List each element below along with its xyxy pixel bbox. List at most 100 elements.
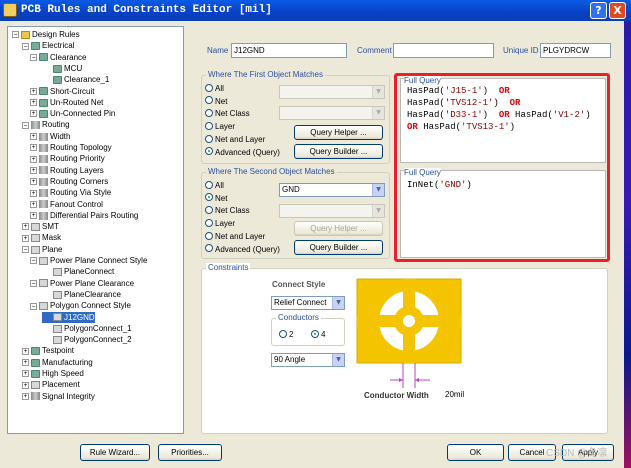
second-radio-5[interactable]: Advanced (Query) (205, 244, 280, 255)
second-net-combo[interactable]: GND ▼ (279, 183, 385, 197)
expand-icon[interactable]: + (30, 110, 37, 118)
tree-node[interactable]: − Polygon Connect Style (30, 300, 131, 311)
ok-button[interactable]: OK (447, 444, 504, 461)
expand-icon[interactable]: + (30, 189, 37, 197)
tree-node[interactable]: Clearance_1 (42, 74, 109, 85)
conductor-width-value[interactable]: 20mil (445, 390, 464, 400)
first-radio-2[interactable]: Net Class (205, 108, 250, 119)
connect-style-combo[interactable]: Relief Connect ▼ (271, 296, 345, 310)
tree-node[interactable]: + Un-Routed Net (30, 97, 103, 108)
expand-icon[interactable]: + (22, 370, 29, 378)
second-radio-2[interactable]: Net Class (205, 205, 250, 216)
first-radio-5[interactable]: Advanced (Query) (205, 147, 280, 158)
first-radio-4[interactable]: Net and Layer (205, 134, 265, 145)
arrowhead-left-icon (399, 378, 403, 382)
tree-node[interactable]: J12GND (42, 311, 95, 323)
collapse-icon[interactable]: − (30, 302, 37, 310)
second-radio-4[interactable]: Net and Layer (205, 231, 265, 242)
expand-icon[interactable]: + (22, 347, 29, 355)
first-query-helper-button[interactable]: Query Helper ... (294, 125, 383, 140)
tree-node[interactable]: + Routing Layers (30, 165, 104, 176)
tree-node[interactable]: + Width (30, 131, 70, 142)
tree-node-label: PlaneConnect (64, 267, 115, 277)
tree-node[interactable]: + Manufacturing (22, 357, 93, 368)
first-radio-label: Net (215, 96, 228, 106)
tree-node[interactable]: − Plane (22, 244, 62, 255)
first-radio-3[interactable]: Layer (205, 121, 235, 132)
tree-node[interactable]: + Routing Corners (30, 176, 108, 187)
collapse-icon[interactable]: − (12, 31, 19, 39)
tree-node[interactable]: + Mask (22, 232, 61, 243)
tree-node[interactable]: + Testpoint (22, 345, 74, 356)
tree-node[interactable]: + High Speed (22, 368, 84, 379)
priorities-button[interactable]: Priorities... (158, 444, 222, 461)
tree-node[interactable]: + Differential Pairs Routing (30, 210, 138, 221)
tree-node[interactable]: PolygonConnect_2 (42, 334, 132, 345)
tree-node-label: Testpoint (42, 346, 75, 356)
rule-wizard-button[interactable]: Rule Wizard... (80, 444, 150, 461)
tree-node[interactable]: PlaneConnect (42, 266, 114, 277)
collapse-icon[interactable]: − (22, 42, 29, 50)
tree-node-label: Fanout Control (50, 199, 103, 209)
tree-node-label: Routing Via Style (50, 188, 112, 198)
tree-node[interactable]: + Routing Topology (30, 142, 112, 153)
second-radio-0[interactable]: All (205, 180, 224, 191)
expand-icon[interactable]: + (30, 87, 37, 95)
chevron-down-icon: ▼ (332, 354, 344, 366)
tree-node[interactable]: PlaneClearance (42, 289, 121, 300)
tree-node[interactable]: + Signal Integrity (22, 391, 95, 402)
tree-node[interactable]: − Clearance (30, 52, 86, 63)
tree-node[interactable]: − Power Plane Clearance (30, 278, 134, 289)
collapse-icon[interactable]: − (22, 246, 29, 254)
tree-node[interactable]: + Un-Connected Pin (30, 108, 115, 119)
second-query-builder-button[interactable]: Query Builder ... (294, 240, 383, 255)
comment-label: Comment (357, 46, 392, 55)
tree-node[interactable]: + Placement (22, 379, 80, 390)
name-field[interactable]: J12GND (231, 43, 347, 58)
tree-node[interactable]: + Short-Circuit (30, 86, 94, 97)
expand-icon[interactable]: + (30, 178, 37, 186)
collapse-icon[interactable]: − (30, 53, 37, 61)
expand-icon[interactable]: + (30, 200, 37, 208)
second-radio-3[interactable]: Layer (205, 218, 235, 229)
close-button[interactable]: X (609, 2, 626, 19)
rules-tree[interactable]: − Design Rules − Electrical − Clearance MCU Cle… (7, 26, 184, 434)
tree-node[interactable]: PolygonConnect_1 (42, 323, 132, 334)
expand-icon[interactable]: + (22, 359, 29, 367)
angle-combo[interactable]: 90 Angle ▼ (271, 353, 345, 367)
tree-node[interactable]: + SMT (22, 221, 59, 232)
expand-icon[interactable]: + (30, 166, 37, 174)
plane-icon (31, 245, 40, 254)
first-query-builder-button[interactable]: Query Builder ... (294, 144, 383, 159)
first-radio-1[interactable]: Net (205, 96, 227, 107)
tree-node[interactable]: − Power Plane Connect Style (30, 255, 147, 266)
tree-node[interactable]: + Routing Via Style (30, 187, 111, 198)
expand-icon[interactable]: + (22, 234, 29, 242)
expand-icon[interactable]: + (30, 155, 37, 163)
tree-node[interactable]: + Routing Priority (30, 153, 105, 164)
expand-icon[interactable]: + (30, 99, 37, 107)
collapse-icon[interactable]: − (30, 279, 37, 287)
unique-id-field[interactable]: PLGYDRCW (540, 43, 611, 58)
expand-icon[interactable]: + (22, 381, 29, 389)
tree-node[interactable]: + Fanout Control (30, 199, 103, 210)
expand-icon[interactable]: + (30, 144, 37, 152)
expand-icon[interactable]: + (30, 133, 37, 141)
tree-node[interactable]: − Electrical (22, 40, 74, 51)
collapse-icon[interactable]: − (22, 121, 29, 129)
help-button[interactable]: ? (590, 2, 607, 19)
expand-icon[interactable]: + (22, 392, 29, 400)
conductors-2-radio[interactable]: 2 (279, 329, 293, 340)
first-radio-0[interactable]: All (205, 83, 224, 94)
expand-icon[interactable]: + (30, 212, 37, 220)
second-radio-1[interactable]: Net (205, 193, 227, 204)
tree-node[interactable]: − Design Rules (12, 29, 80, 40)
highlight-box (394, 73, 610, 262)
second-radio-label: Layer (215, 219, 236, 228)
tree-node[interactable]: − Routing (22, 119, 70, 130)
conductors-4-radio[interactable]: 4 (311, 329, 325, 340)
expand-icon[interactable]: + (22, 223, 29, 231)
collapse-icon[interactable]: − (30, 257, 37, 265)
comment-field[interactable] (393, 43, 494, 58)
tree-node[interactable]: MCU (42, 63, 82, 74)
